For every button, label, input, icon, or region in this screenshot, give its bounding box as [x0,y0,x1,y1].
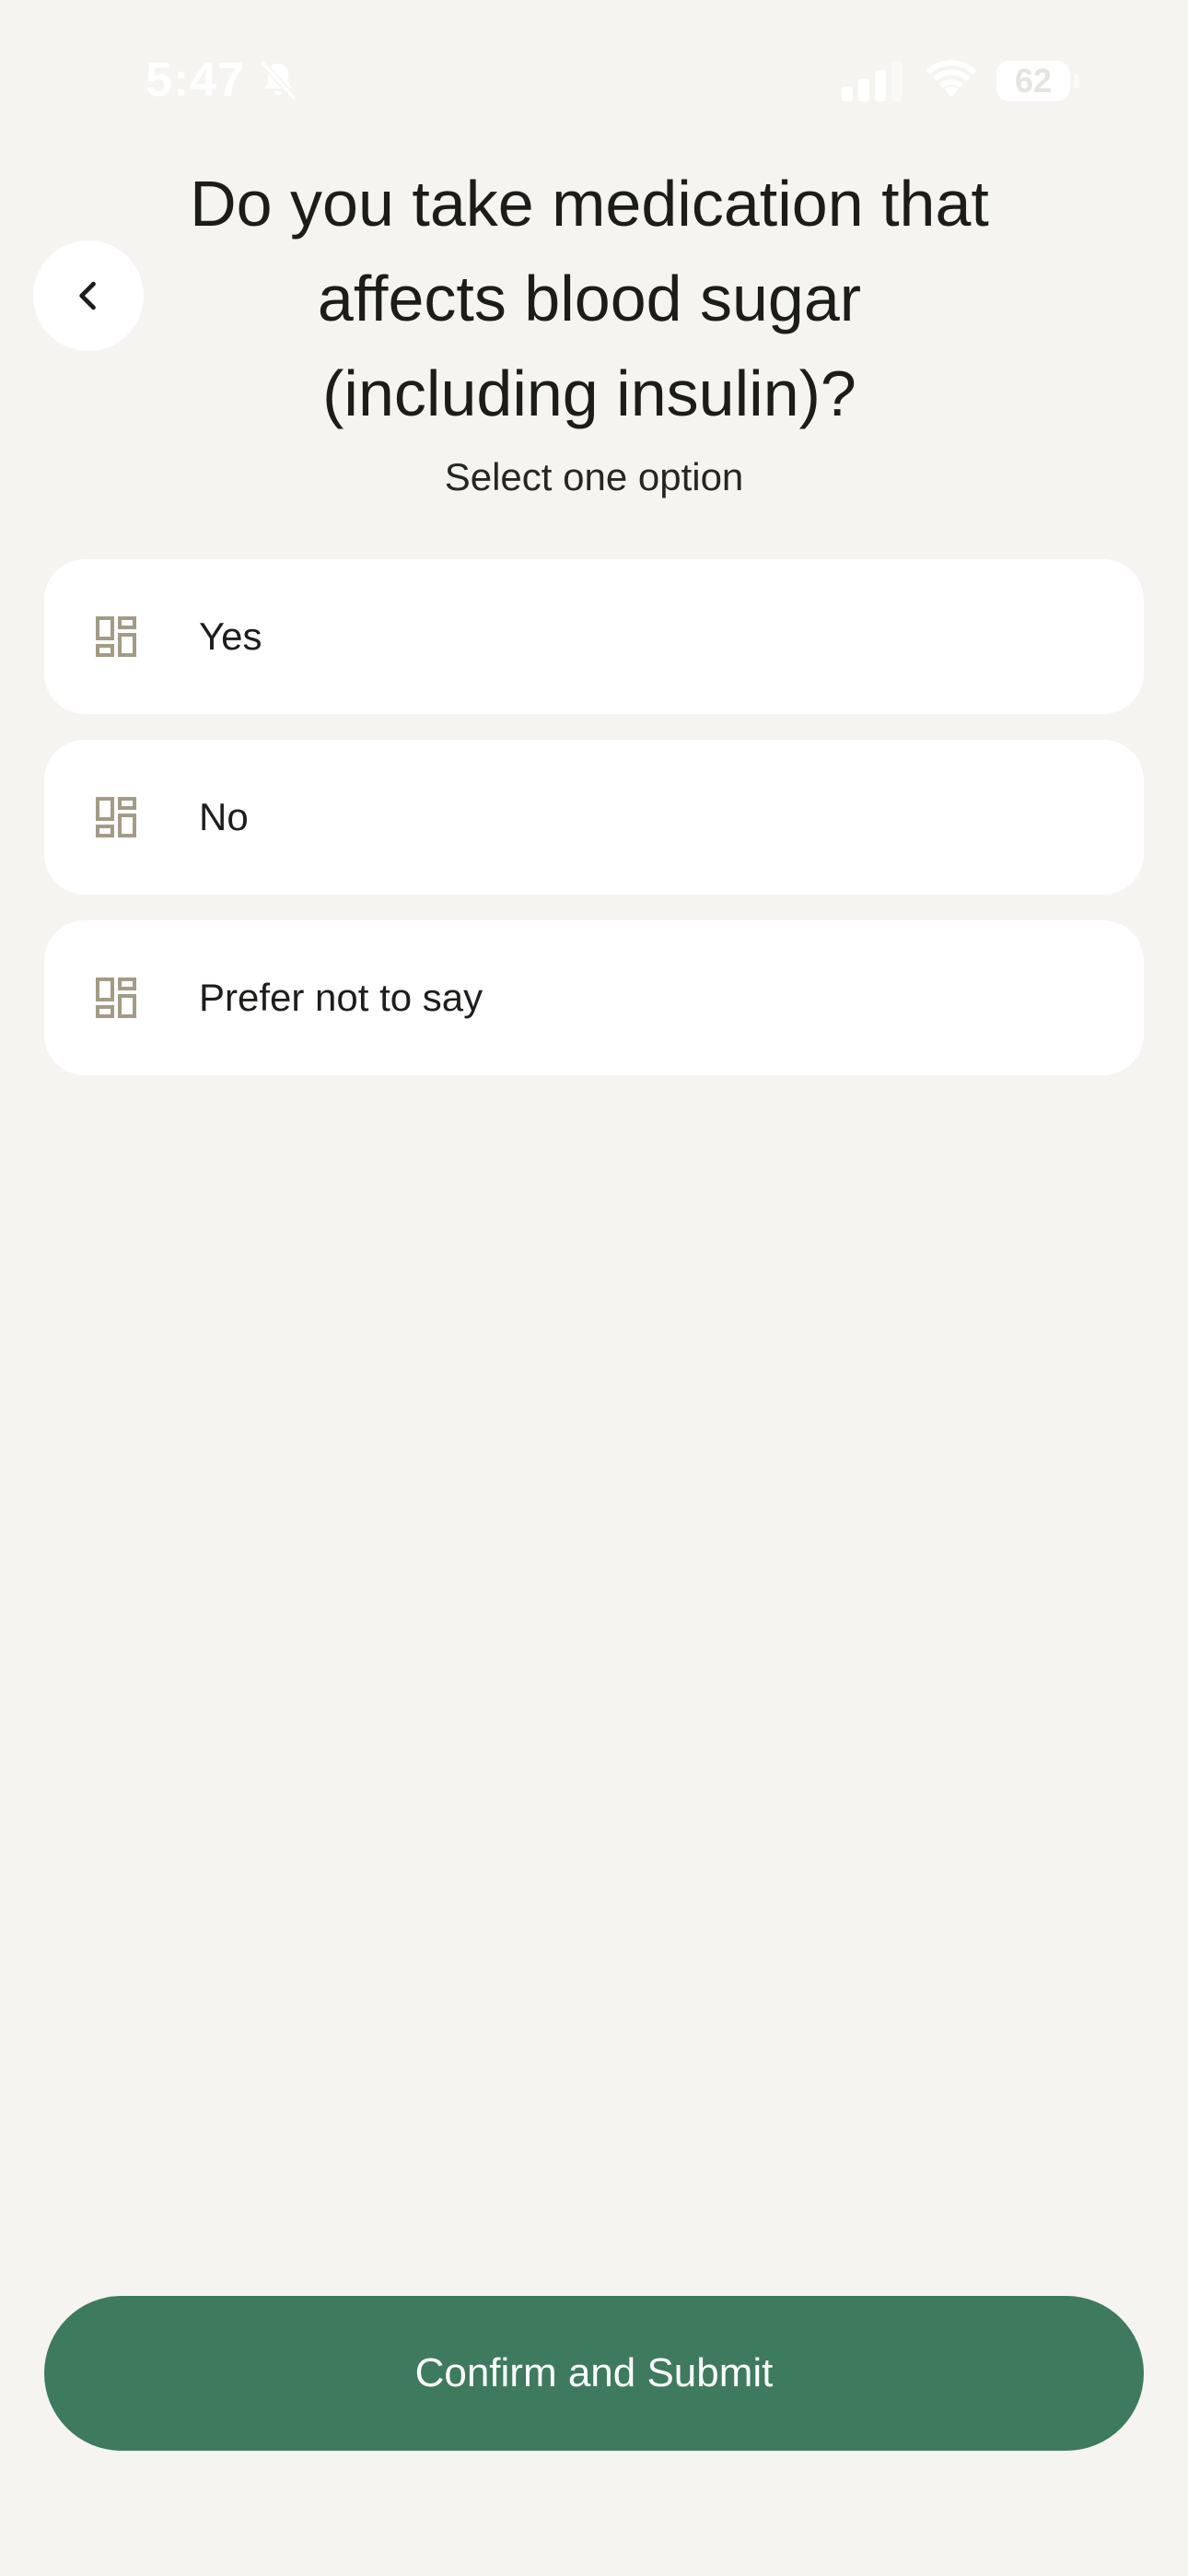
option-no[interactable]: No [44,740,1144,895]
dashboard-grid-icon [96,616,136,657]
option-label: Yes [199,615,262,658]
question-title: Do you take medication that affects bloo… [190,168,989,429]
dashboard-grid-icon [96,978,136,1018]
question-subtitle: Select one option [444,455,744,498]
battery-percent: 62 [1014,62,1053,100]
dashboard-grid-icon [96,797,136,837]
option-prefer-not-to-say[interactable]: Prefer not to say [44,920,1144,1075]
option-label: Prefer not to say [199,976,483,1019]
back-button[interactable] [33,240,144,351]
option-label: No [199,795,249,838]
battery-tip [1074,74,1079,88]
status-time: 5:47 [146,53,246,107]
wifi-icon [926,60,977,98]
chevron-left-icon [79,281,96,310]
confirm-submit-button[interactable]: Confirm and Submit [44,2296,1144,2451]
status-bar: 5:47 62 [0,0,1188,157]
bell-muted-icon [259,59,297,101]
cellular-signal-icon [842,61,903,101]
option-list: Yes No Prefer not to say [44,559,1144,1101]
battery-icon: 62 [996,61,1079,101]
battery-body: 62 [996,61,1070,101]
option-yes[interactable]: Yes [44,559,1144,714]
